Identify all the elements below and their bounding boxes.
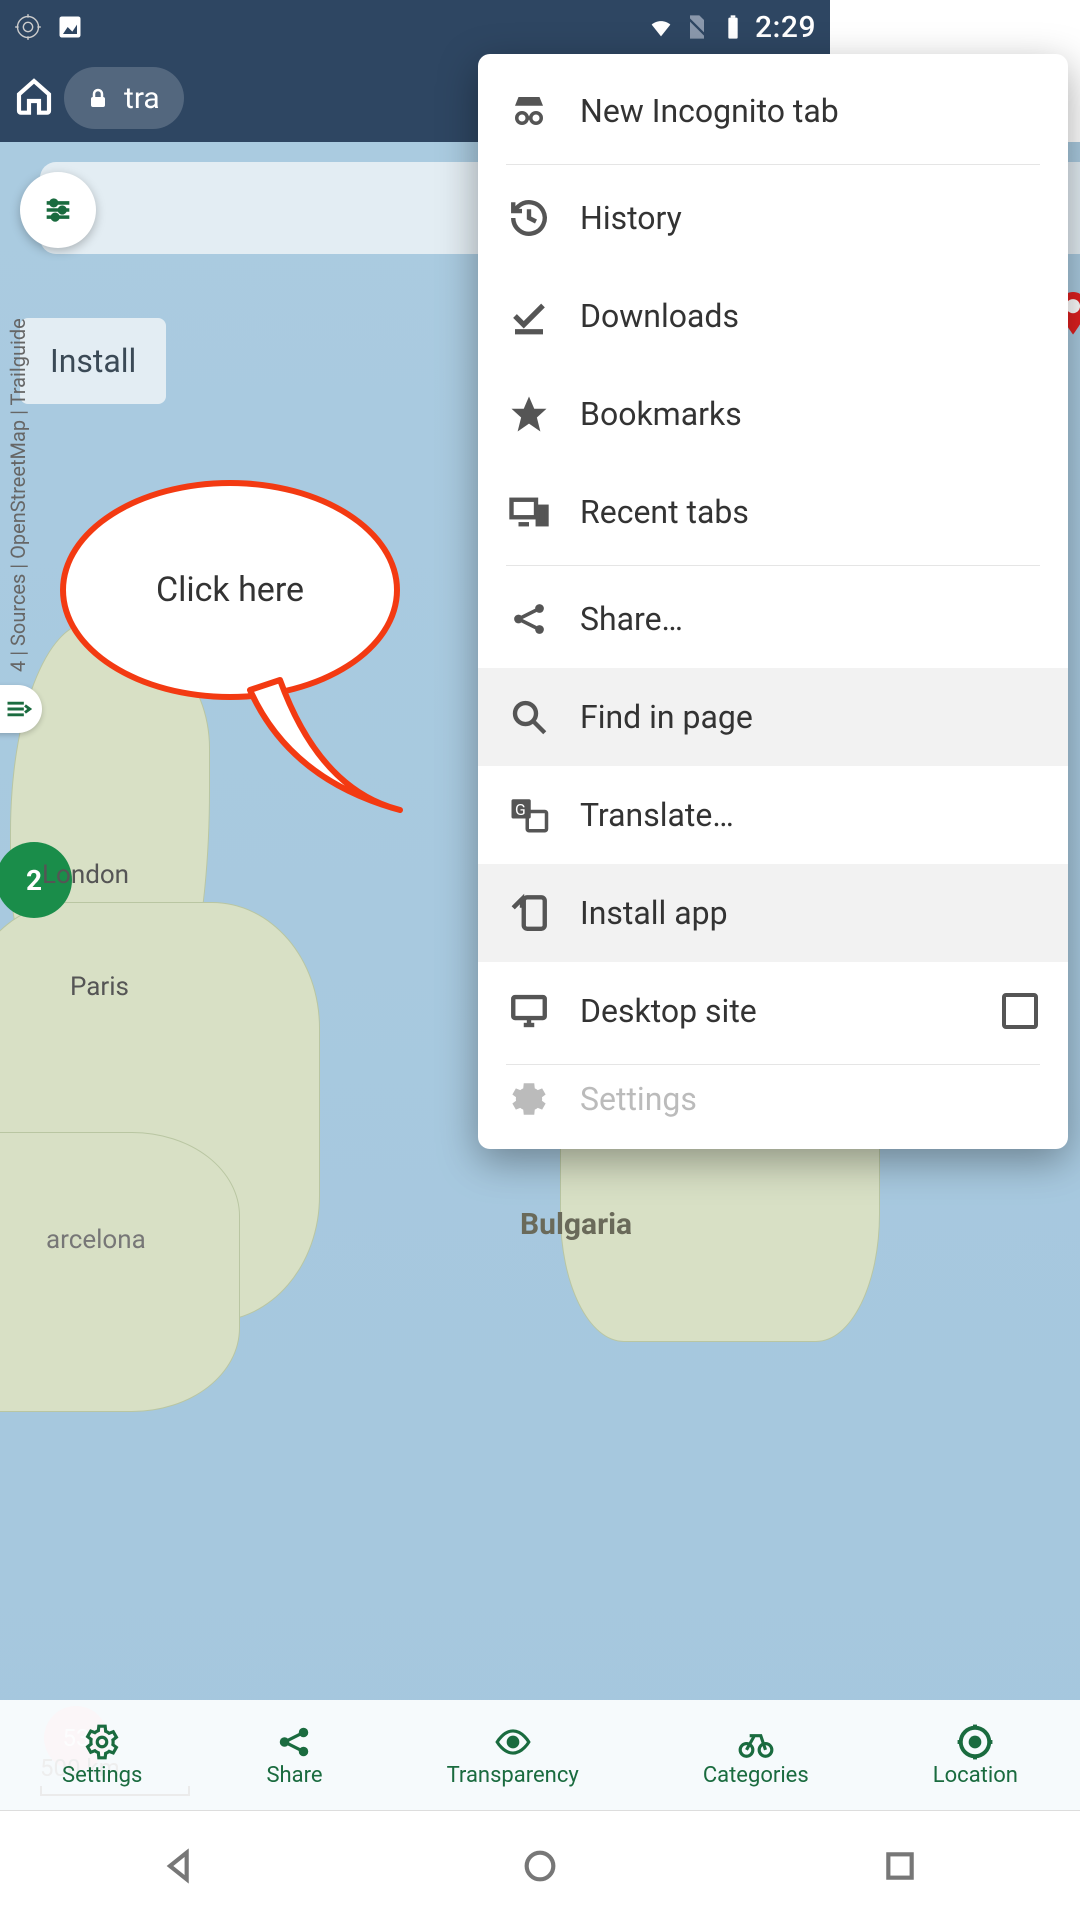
locate-icon xyxy=(956,1723,994,1761)
menu-label: Settings xyxy=(580,1080,697,1118)
bottom-label: Location xyxy=(933,1763,1018,1788)
menu-label: Recent tabs xyxy=(580,493,749,531)
home-nav-button[interactable] xyxy=(520,1846,560,1886)
desktop-icon xyxy=(508,990,550,1032)
menu-history[interactable]: History xyxy=(478,169,1068,267)
menu-translate[interactable]: G Translate… xyxy=(478,766,1068,864)
menu-desktop-site[interactable]: Desktop site xyxy=(478,962,1068,1060)
filter-button[interactable] xyxy=(20,172,96,248)
map-attribution: 4 | Sources | OpenStreetMap | Trailguide xyxy=(6,318,30,672)
menu-label: Find in page xyxy=(580,698,753,736)
gear-menu-icon xyxy=(508,1078,550,1120)
bottom-transparency[interactable]: Transparency xyxy=(447,1723,579,1788)
city-label-barcelona: arcelona xyxy=(46,1225,146,1255)
bottom-label: Transparency xyxy=(447,1763,579,1788)
home-button[interactable] xyxy=(14,76,54,120)
menu-find-in-page[interactable]: Find in page xyxy=(478,668,1068,766)
menu-recent-tabs[interactable]: Recent tabs xyxy=(478,463,1068,561)
back-button[interactable] xyxy=(160,1846,200,1886)
status-bar: 2:29 xyxy=(0,0,830,54)
recents-button[interactable] xyxy=(880,1846,920,1886)
devices-icon xyxy=(508,491,550,533)
city-label-london: London xyxy=(42,860,129,890)
app-bottom-bar: Settings Share Transparency Categories L… xyxy=(0,1700,1080,1810)
menu-label: Share… xyxy=(580,600,683,638)
bike-icon xyxy=(737,1723,775,1761)
bottom-share[interactable]: Share xyxy=(266,1723,322,1788)
incognito-icon xyxy=(508,90,550,132)
menu-label: Downloads xyxy=(580,297,739,335)
menu-install-app[interactable]: Install app xyxy=(478,864,1068,962)
menu-label: Desktop site xyxy=(580,992,757,1030)
image-status-icon xyxy=(56,13,84,41)
star-icon xyxy=(508,393,550,435)
sim-off-icon xyxy=(683,13,711,41)
url-bar[interactable]: tra xyxy=(64,67,184,129)
menu-share[interactable]: Share… xyxy=(478,570,1068,668)
menu-settings[interactable]: Settings xyxy=(478,1069,1068,1129)
downloads-icon xyxy=(508,295,550,337)
wifi-icon xyxy=(647,13,675,41)
bottom-label: Share xyxy=(266,1763,322,1788)
install-chip[interactable]: Install xyxy=(20,318,166,404)
gear-icon xyxy=(83,1723,121,1761)
menu-label: New Incognito tab xyxy=(580,92,839,130)
settings-status-icon xyxy=(14,13,42,41)
callout-text: Click here xyxy=(156,570,304,610)
find-icon xyxy=(508,696,550,738)
menu-label: Bookmarks xyxy=(580,395,742,433)
region-label-bulgaria: Bulgaria xyxy=(520,1207,632,1242)
bottom-categories[interactable]: Categories xyxy=(703,1723,809,1788)
history-icon xyxy=(508,197,550,239)
browser-overflow-menu: New Incognito tab History Downloads Book… xyxy=(478,54,1068,1149)
share-icon xyxy=(275,1723,313,1761)
bottom-label: Settings xyxy=(62,1763,142,1788)
desktop-site-checkbox[interactable] xyxy=(1002,993,1038,1029)
clock-text: 2:29 xyxy=(755,10,816,45)
svg-text:G: G xyxy=(515,800,526,819)
menu-label: Translate… xyxy=(580,796,734,834)
menu-label: Install app xyxy=(580,894,728,932)
menu-downloads[interactable]: Downloads xyxy=(478,267,1068,365)
menu-new-incognito[interactable]: New Incognito tab xyxy=(478,62,1068,160)
lock-icon xyxy=(86,86,110,110)
bottom-label: Categories xyxy=(703,1763,809,1788)
menu-bookmarks[interactable]: Bookmarks xyxy=(478,365,1068,463)
install-app-icon xyxy=(508,892,550,934)
city-label-paris: Paris xyxy=(70,972,129,1002)
bottom-settings[interactable]: Settings xyxy=(62,1723,142,1788)
menu-label: History xyxy=(580,199,682,237)
battery-icon xyxy=(719,13,747,41)
url-text: tra xyxy=(124,81,160,116)
bottom-location[interactable]: Location xyxy=(933,1723,1018,1788)
callout-tail xyxy=(230,660,430,840)
android-nav-bar xyxy=(0,1810,1080,1920)
share-menu-icon xyxy=(508,598,550,640)
annotation-callout: Click here xyxy=(60,480,400,740)
translate-icon: G xyxy=(508,794,550,836)
eye-icon xyxy=(494,1723,532,1761)
